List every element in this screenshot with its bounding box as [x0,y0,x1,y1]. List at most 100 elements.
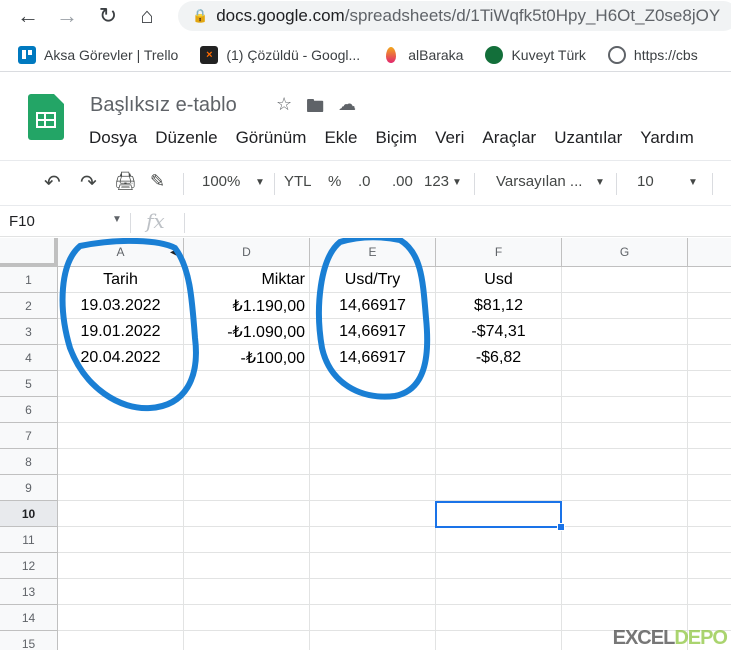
cell[interactable] [184,553,310,579]
cell[interactable] [184,631,310,650]
column-header-g[interactable]: G [562,238,688,267]
row-header-7[interactable]: 7 [0,423,58,449]
cell[interactable] [310,371,436,397]
cell[interactable]: 14,66917 [310,345,436,371]
cell[interactable]: 19.03.2022 [58,293,184,319]
cell[interactable] [310,475,436,501]
cell[interactable] [184,423,310,449]
bookmark-albaraka[interactable]: alBaraka [382,46,463,64]
cell[interactable] [688,449,731,475]
bookmark-trello[interactable]: Aksa Görevler | Trello [18,45,178,64]
menu-gorunum[interactable]: Görünüm [236,128,307,148]
cell[interactable] [58,527,184,553]
select-all-corner[interactable] [0,238,58,267]
font-size-dropdown-icon[interactable]: ▼ [688,177,698,188]
menu-dosya[interactable]: Dosya [89,128,137,148]
menu-yardim[interactable]: Yardım [640,128,694,148]
increase-decimal-button[interactable]: .00 [392,173,413,190]
row-header-14[interactable]: 14 [0,605,58,631]
cell[interactable] [436,423,562,449]
cell[interactable] [184,527,310,553]
name-box-dropdown-icon[interactable]: ▼ [112,214,122,225]
cell[interactable] [58,449,184,475]
cell[interactable]: Miktar [184,267,310,293]
cell[interactable] [310,605,436,631]
cell[interactable] [562,527,688,553]
cell[interactable] [58,631,184,650]
cell[interactable] [688,501,731,527]
cell[interactable]: $81,12 [436,293,562,319]
cell[interactable] [184,371,310,397]
cell[interactable]: Tarih [58,267,184,293]
row-header-10[interactable]: 10 [0,501,58,527]
address-bar[interactable]: 🔒 docs.google.com/spreadsheets/d/1TiWqfk… [178,1,731,31]
cell[interactable] [58,501,184,527]
row-header-2[interactable]: 2 [0,293,58,319]
redo-icon[interactable]: ↷ [80,170,97,195]
menu-uzantilar[interactable]: Uzantılar [554,128,622,148]
paint-format-icon[interactable]: ✎ [150,171,165,192]
document-title[interactable]: Başlıksız e-tablo [90,94,237,117]
cell[interactable] [310,449,436,475]
menu-duzenle[interactable]: Düzenle [155,128,217,148]
cell[interactable]: 14,66917 [310,293,436,319]
cell[interactable] [562,475,688,501]
fill-handle[interactable] [557,523,565,531]
cell[interactable] [562,371,688,397]
cell[interactable] [436,553,562,579]
cell[interactable] [562,293,688,319]
cell[interactable] [436,605,562,631]
cell[interactable] [562,397,688,423]
cell[interactable] [184,501,310,527]
reload-icon[interactable]: ↻ [94,2,122,30]
row-header-9[interactable]: 9 [0,475,58,501]
bookmark-solved[interactable]: × (1) Çözüldü - Googl... [200,45,360,64]
cell[interactable] [310,397,436,423]
menu-bicim[interactable]: Biçim [376,128,418,148]
cell[interactable]: ₺1.190,00 [184,293,310,319]
row-header-5[interactable]: 5 [0,371,58,397]
cell[interactable] [688,553,731,579]
cell[interactable] [688,397,731,423]
cell[interactable]: 14,66917 [310,319,436,345]
cell[interactable] [436,631,562,650]
zoom-select[interactable]: 100% [202,173,240,190]
cell[interactable] [688,527,731,553]
cell[interactable] [184,449,310,475]
row-header-6[interactable]: 6 [0,397,58,423]
cell[interactable] [688,345,731,371]
spreadsheet-grid[interactable]: A ◀ D E F G 1 2 3 4 5 6 7 8 9 10 11 12 13 14 15 Tarih M… [0,238,731,650]
cell[interactable] [688,319,731,345]
cell[interactable]: -₺1.090,00 [184,319,310,345]
cell[interactable] [184,397,310,423]
currency-button[interactable]: YTL [284,173,312,190]
row-header-4[interactable]: 4 [0,345,58,371]
cell[interactable] [310,579,436,605]
column-header-e[interactable]: E [310,238,436,267]
cell[interactable] [58,605,184,631]
home-icon[interactable]: ⌂ [133,2,161,30]
cell[interactable] [688,475,731,501]
cell[interactable] [310,553,436,579]
cell[interactable] [436,579,562,605]
row-header-13[interactable]: 13 [0,579,58,605]
cell[interactable]: Usd [436,267,562,293]
column-header-next[interactable] [688,238,731,267]
row-header-8[interactable]: 8 [0,449,58,475]
cell[interactable] [310,423,436,449]
forward-arrow-icon[interactable]: → [53,2,81,30]
cell[interactable] [436,371,562,397]
cell[interactable] [562,579,688,605]
decrease-decimal-button[interactable]: .0 [358,173,371,190]
cell[interactable] [436,475,562,501]
cell[interactable] [562,423,688,449]
cell[interactable] [58,371,184,397]
print-icon[interactable]: 🖨 [114,171,137,192]
hidden-columns-arrow-icon[interactable]: ◀ [170,247,178,258]
cell[interactable] [688,371,731,397]
row-header-1[interactable]: 1 [0,267,58,293]
cell[interactable] [562,267,688,293]
cell[interactable] [436,501,562,527]
name-box[interactable]: F10 [9,213,35,230]
cell[interactable] [184,475,310,501]
